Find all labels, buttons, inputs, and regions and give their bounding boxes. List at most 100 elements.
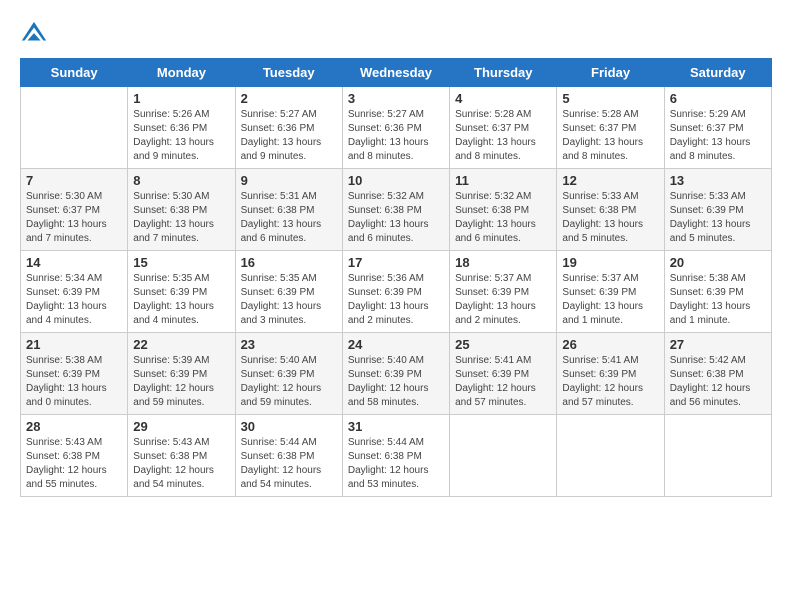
day-info: Sunrise: 5:39 AM Sunset: 6:39 PM Dayligh…: [133, 354, 229, 410]
calendar-cell: 4 Sunrise: 5:28 AM Sunset: 6:37 PM Daylig…: [450, 87, 557, 169]
calendar-cell: 6 Sunrise: 5:29 AM Sunset: 6:37 PM Daylig…: [664, 87, 771, 169]
day-info: Sunrise: 5:32 AM Sunset: 6:38 PM Dayligh…: [348, 190, 444, 246]
day-number: 7: [26, 173, 122, 188]
calendar-cell: 11 Sunrise: 5:32 AM Sunset: 6:38 PM Dayli…: [450, 169, 557, 251]
calendar-cell: 17Sunrise: 5:36 AM Sunset: 6:39 PM Dayli…: [342, 251, 449, 333]
day-number: 4: [455, 91, 551, 106]
day-number: 17: [348, 255, 444, 270]
day-number: 23: [241, 337, 337, 352]
day-number: 18: [455, 255, 551, 270]
calendar-cell: 10Sunrise: 5:32 AM Sunset: 6:38 PM Dayli…: [342, 169, 449, 251]
calendar-cell: 9 Sunrise: 5:31 AM Sunset: 6:38 PM Daylig…: [235, 169, 342, 251]
calendar-cell: [557, 415, 664, 497]
day-number: 24: [348, 337, 444, 352]
calendar-week-row: 1 Sunrise: 5:26 AM Sunset: 6:36 PM Daylig…: [21, 87, 772, 169]
calendar-cell: 26 Sunrise: 5:41 AM Sunset: 6:39 PM Dayli…: [557, 333, 664, 415]
day-info: Sunrise: 5:42 AM Sunset: 6:38 PM Dayligh…: [670, 354, 766, 410]
header-wednesday: Wednesday: [342, 59, 449, 87]
day-number: 27: [670, 337, 766, 352]
calendar-cell: 8 Sunrise: 5:30 AM Sunset: 6:38 PM Daylig…: [128, 169, 235, 251]
day-info: Sunrise: 5:41 AM Sunset: 6:39 PM Dayligh…: [562, 354, 658, 410]
calendar-cell: 30Sunrise: 5:44 AM Sunset: 6:38 PM Dayli…: [235, 415, 342, 497]
day-number: 31: [348, 419, 444, 434]
day-info: Sunrise: 5:30 AM Sunset: 6:37 PM Dayligh…: [26, 190, 122, 246]
day-info: Sunrise: 5:27 AM Sunset: 6:36 PM Dayligh…: [241, 108, 337, 164]
calendar-cell: 21 Sunrise: 5:38 AM Sunset: 6:39 PM Dayli…: [21, 333, 128, 415]
day-info: Sunrise: 5:33 AM Sunset: 6:39 PM Dayligh…: [670, 190, 766, 246]
logo-icon: [20, 20, 48, 48]
day-info: Sunrise: 5:44 AM Sunset: 6:38 PM Dayligh…: [348, 436, 444, 492]
calendar-cell: 7 Sunrise: 5:30 AM Sunset: 6:37 PM Daylig…: [21, 169, 128, 251]
day-info: Sunrise: 5:35 AM Sunset: 6:39 PM Dayligh…: [241, 272, 337, 328]
calendar-cell: 23 Sunrise: 5:40 AM Sunset: 6:39 PM Dayli…: [235, 333, 342, 415]
day-info: Sunrise: 5:35 AM Sunset: 6:39 PM Dayligh…: [133, 272, 229, 328]
calendar-cell: [21, 87, 128, 169]
calendar-cell: 22Sunrise: 5:39 AM Sunset: 6:39 PM Dayli…: [128, 333, 235, 415]
day-number: 14: [26, 255, 122, 270]
day-number: 19: [562, 255, 658, 270]
day-number: 29: [133, 419, 229, 434]
header-friday: Friday: [557, 59, 664, 87]
page-header: [20, 20, 772, 48]
calendar-cell: 2 Sunrise: 5:27 AM Sunset: 6:36 PM Daylig…: [235, 87, 342, 169]
day-info: Sunrise: 5:43 AM Sunset: 6:38 PM Dayligh…: [133, 436, 229, 492]
day-number: 2: [241, 91, 337, 106]
calendar-cell: 5 Sunrise: 5:28 AM Sunset: 6:37 PM Daylig…: [557, 87, 664, 169]
header-monday: Monday: [128, 59, 235, 87]
day-number: 13: [670, 173, 766, 188]
day-info: Sunrise: 5:41 AM Sunset: 6:39 PM Dayligh…: [455, 354, 551, 410]
day-number: 6: [670, 91, 766, 106]
day-number: 28: [26, 419, 122, 434]
day-number: 20: [670, 255, 766, 270]
calendar-cell: 29 Sunrise: 5:43 AM Sunset: 6:38 PM Dayli…: [128, 415, 235, 497]
calendar-cell: 18 Sunrise: 5:37 AM Sunset: 6:39 PM Dayli…: [450, 251, 557, 333]
day-number: 21: [26, 337, 122, 352]
day-info: Sunrise: 5:30 AM Sunset: 6:38 PM Dayligh…: [133, 190, 229, 246]
day-info: Sunrise: 5:26 AM Sunset: 6:36 PM Dayligh…: [133, 108, 229, 164]
calendar-cell: 1 Sunrise: 5:26 AM Sunset: 6:36 PM Daylig…: [128, 87, 235, 169]
day-info: Sunrise: 5:37 AM Sunset: 6:39 PM Dayligh…: [562, 272, 658, 328]
day-info: Sunrise: 5:29 AM Sunset: 6:37 PM Dayligh…: [670, 108, 766, 164]
day-info: Sunrise: 5:31 AM Sunset: 6:38 PM Dayligh…: [241, 190, 337, 246]
calendar-cell: 16 Sunrise: 5:35 AM Sunset: 6:39 PM Dayli…: [235, 251, 342, 333]
day-number: 11: [455, 173, 551, 188]
day-number: 9: [241, 173, 337, 188]
day-number: 30: [241, 419, 337, 434]
day-info: Sunrise: 5:37 AM Sunset: 6:39 PM Dayligh…: [455, 272, 551, 328]
day-info: Sunrise: 5:33 AM Sunset: 6:38 PM Dayligh…: [562, 190, 658, 246]
day-number: 8: [133, 173, 229, 188]
day-info: Sunrise: 5:27 AM Sunset: 6:36 PM Dayligh…: [348, 108, 444, 164]
day-number: 1: [133, 91, 229, 106]
calendar-cell: 15 Sunrise: 5:35 AM Sunset: 6:39 PM Dayli…: [128, 251, 235, 333]
calendar-header-row: SundayMondayTuesdayWednesdayThursdayFrid…: [21, 59, 772, 87]
calendar-cell: 25 Sunrise: 5:41 AM Sunset: 6:39 PM Dayli…: [450, 333, 557, 415]
day-info: Sunrise: 5:28 AM Sunset: 6:37 PM Dayligh…: [562, 108, 658, 164]
day-info: Sunrise: 5:38 AM Sunset: 6:39 PM Dayligh…: [670, 272, 766, 328]
calendar-cell: 19 Sunrise: 5:37 AM Sunset: 6:39 PM Dayli…: [557, 251, 664, 333]
logo: [20, 20, 52, 48]
day-number: 16: [241, 255, 337, 270]
day-info: Sunrise: 5:40 AM Sunset: 6:39 PM Dayligh…: [241, 354, 337, 410]
day-info: Sunrise: 5:28 AM Sunset: 6:37 PM Dayligh…: [455, 108, 551, 164]
calendar-week-row: 14Sunrise: 5:34 AM Sunset: 6:39 PM Dayli…: [21, 251, 772, 333]
calendar-table: SundayMondayTuesdayWednesdayThursdayFrid…: [20, 58, 772, 497]
calendar-cell: 20 Sunrise: 5:38 AM Sunset: 6:39 PM Dayli…: [664, 251, 771, 333]
calendar-cell: 14Sunrise: 5:34 AM Sunset: 6:39 PM Dayli…: [21, 251, 128, 333]
day-number: 25: [455, 337, 551, 352]
calendar-week-row: 21 Sunrise: 5:38 AM Sunset: 6:39 PM Dayli…: [21, 333, 772, 415]
day-info: Sunrise: 5:43 AM Sunset: 6:38 PM Dayligh…: [26, 436, 122, 492]
header-thursday: Thursday: [450, 59, 557, 87]
calendar-cell: 24Sunrise: 5:40 AM Sunset: 6:39 PM Dayli…: [342, 333, 449, 415]
day-number: 15: [133, 255, 229, 270]
header-tuesday: Tuesday: [235, 59, 342, 87]
day-number: 3: [348, 91, 444, 106]
day-number: 26: [562, 337, 658, 352]
calendar-cell: 13 Sunrise: 5:33 AM Sunset: 6:39 PM Dayli…: [664, 169, 771, 251]
day-info: Sunrise: 5:32 AM Sunset: 6:38 PM Dayligh…: [455, 190, 551, 246]
header-saturday: Saturday: [664, 59, 771, 87]
calendar-cell: 12Sunrise: 5:33 AM Sunset: 6:38 PM Dayli…: [557, 169, 664, 251]
day-info: Sunrise: 5:38 AM Sunset: 6:39 PM Dayligh…: [26, 354, 122, 410]
calendar-cell: [450, 415, 557, 497]
day-number: 5: [562, 91, 658, 106]
header-sunday: Sunday: [21, 59, 128, 87]
